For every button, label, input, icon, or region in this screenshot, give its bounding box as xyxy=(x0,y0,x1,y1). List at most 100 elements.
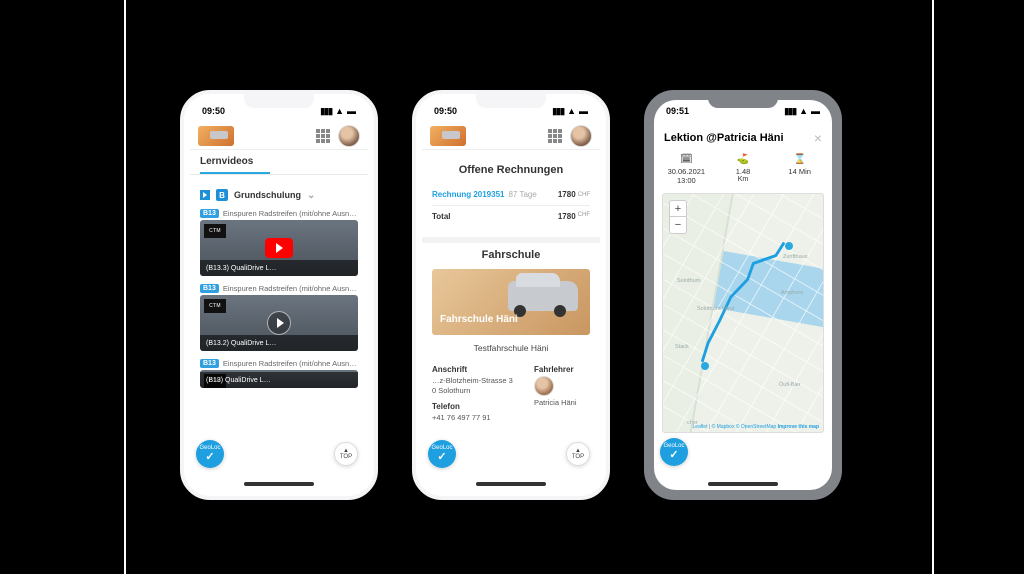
route-end-pin xyxy=(701,362,709,370)
user-avatar[interactable] xyxy=(570,125,592,147)
total-label: Total xyxy=(432,212,451,221)
battery-icon: ▬ xyxy=(579,106,588,116)
lesson-map[interactable]: + − Solothurn Solothurn West Zunfthaus S… xyxy=(662,193,824,433)
grid-menu-icon[interactable] xyxy=(548,129,562,143)
address-line-2: 0 Solothurn xyxy=(432,386,526,396)
video-caption: (B13.2) QualiDrive L… xyxy=(200,335,358,351)
total-amount: 1780 xyxy=(558,212,576,221)
scroll-to-top-button[interactable]: TOP xyxy=(566,442,590,466)
video-caption: (B13) QualiDrive L… xyxy=(200,372,358,388)
invoice-total-row: Total 1780 CHF xyxy=(432,206,590,231)
video-item[interactable]: B13 Einspuren Radstreifen (mit/ohne Ausn… xyxy=(200,359,358,388)
school-brand: Fahrschule Häni xyxy=(440,315,518,326)
instructor-label: Fahrlehrer xyxy=(534,365,590,374)
video-title: Einspuren Radstreifen (mit/ohne Ausnahme… xyxy=(223,284,358,293)
wifi-icon: ▲ xyxy=(799,106,808,116)
wifi-icon: ▲ xyxy=(567,106,576,116)
stat-datetime: 🗓 30.06.2021 13:00 xyxy=(658,154,715,185)
chevron-down-icon: ⌄ xyxy=(307,190,315,201)
section-title: Grundschulung xyxy=(234,190,301,200)
clock: 09:50 xyxy=(434,106,457,116)
home-indicator xyxy=(476,482,546,486)
address-label: Anschrift xyxy=(432,365,526,374)
map-label: Öufi-Bier xyxy=(779,382,801,388)
geoloc-badge[interactable]: GeoLoc xyxy=(428,440,456,468)
address-block: Anschrift …z-Blotzheim-Strasse 3 0 Solot… xyxy=(432,365,526,422)
signal-icon: ▮▮▮ xyxy=(320,106,332,117)
geoloc-badge[interactable]: GeoLoc xyxy=(196,440,224,468)
lesson-header: Lektion @Patricia Häni × xyxy=(654,122,832,152)
phone-value: +41 76 497 77 91 xyxy=(432,413,526,423)
route-start-pin xyxy=(785,242,793,250)
school-logo[interactable] xyxy=(430,126,466,146)
lesson-stats: 🗓 30.06.2021 13:00 ⛳ 1.48 Km ⌛ 14 Min xyxy=(654,152,832,193)
lesson-title: Lektion @Patricia Häni xyxy=(664,132,808,144)
video-tag: B13 xyxy=(200,209,219,218)
video-thumbnail[interactable]: CTM (B13.2) QualiDrive L… xyxy=(200,295,358,351)
clock: 09:51 xyxy=(666,106,689,116)
stat-distance: ⛳ 1.48 Km xyxy=(715,154,772,185)
video-item[interactable]: B13 Einspuren Radstreifen (mit/ohne Ausn… xyxy=(200,209,358,276)
map-label: Amphore xyxy=(781,290,803,296)
video-tag: B13 xyxy=(200,284,219,293)
user-avatar[interactable] xyxy=(338,125,360,147)
app-header xyxy=(190,122,368,150)
battery-icon: ▬ xyxy=(347,106,356,116)
ctm-badge: CTM xyxy=(204,224,226,238)
stat-duration: ⌛ 14 Min xyxy=(771,154,828,185)
route-path xyxy=(663,194,823,432)
notch xyxy=(476,94,546,108)
ctm-badge: CTM xyxy=(204,299,226,313)
video-thumbnail[interactable]: CTM (B13) QualiDrive L… xyxy=(200,370,358,388)
map-attribution: Leaflet | © Mapbox © OpenStreetMap Impro… xyxy=(692,424,819,430)
school-name: Testfahrschule Häni xyxy=(432,339,590,361)
calendar-icon: 🗓 xyxy=(658,154,715,165)
grid-menu-icon[interactable] xyxy=(316,129,330,143)
map-label: Stack xyxy=(675,344,689,350)
invoice-row[interactable]: Rechnung 2019351 87 Tage 1780 CHF xyxy=(432,184,590,206)
phone-2-rechnungen: 09:50 ▮▮▮ ▲ ▬ Offene Rechnungen Rechnung… xyxy=(412,90,610,500)
geoloc-badge[interactable]: GeoLoc xyxy=(660,438,688,466)
map-label: Solothurn West xyxy=(697,306,735,312)
school-logo[interactable] xyxy=(198,126,234,146)
hourglass-icon: ⌛ xyxy=(771,154,828,165)
invoices-heading: Offene Rechnungen xyxy=(432,164,590,176)
scroll-to-top-button[interactable]: TOP xyxy=(334,442,358,466)
notch xyxy=(244,94,314,108)
battery-icon: ▬ xyxy=(811,106,820,116)
home-indicator xyxy=(244,482,314,486)
clock: 09:50 xyxy=(202,106,225,116)
decorative-line-right xyxy=(932,0,934,574)
video-title: Einspuren Radstreifen (mit/ohne Ausnahme… xyxy=(223,209,358,218)
school-heading: Fahrschule xyxy=(432,249,590,261)
tab-label: Lernvideos xyxy=(200,156,253,167)
address-line-1: …z-Blotzheim-Strasse 3 xyxy=(432,376,526,386)
app-header xyxy=(422,122,600,150)
map-label: Zunfthaus xyxy=(783,254,807,260)
tab-lernvideos[interactable]: Lernvideos xyxy=(190,150,368,174)
video-title: Einspuren Radstreifen (mit/ohne Ausnahme… xyxy=(223,359,358,368)
phone-1-lernvideos: 09:50 ▮▮▮ ▲ ▬ Lernvideos xyxy=(180,90,378,500)
phone-label: Telefon xyxy=(432,402,526,411)
youtube-play-icon[interactable] xyxy=(265,238,293,258)
video-item[interactable]: B13 Einspuren Radstreifen (mit/ohne Ausn… xyxy=(200,284,358,351)
instructor-name: Patricia Häni xyxy=(534,398,590,408)
invoice-number: Rechnung 2019351 xyxy=(432,190,504,199)
home-indicator xyxy=(708,482,778,486)
invoice-currency: CHF xyxy=(578,192,590,198)
signal-icon: ▮▮▮ xyxy=(552,106,564,117)
close-icon[interactable]: × xyxy=(814,130,822,146)
notch xyxy=(708,94,778,108)
category-badge: B xyxy=(216,189,228,201)
instructor-block: Fahrlehrer Patricia Häni xyxy=(534,365,590,422)
play-icon[interactable] xyxy=(267,311,291,335)
section-grundschulung[interactable]: B Grundschulung ⌄ xyxy=(200,189,358,201)
video-caption: (B13.3) QualiDrive L… xyxy=(200,260,358,276)
total-currency: CHF xyxy=(578,212,590,221)
wifi-icon: ▲ xyxy=(335,106,344,116)
instructor-avatar[interactable] xyxy=(534,376,554,396)
video-thumbnail[interactable]: CTM (B13.3) QualiDrive L… xyxy=(200,220,358,276)
video-tag: B13 xyxy=(200,359,219,368)
play-icon xyxy=(200,190,210,200)
school-banner: Fahrschule Häni xyxy=(432,269,590,335)
